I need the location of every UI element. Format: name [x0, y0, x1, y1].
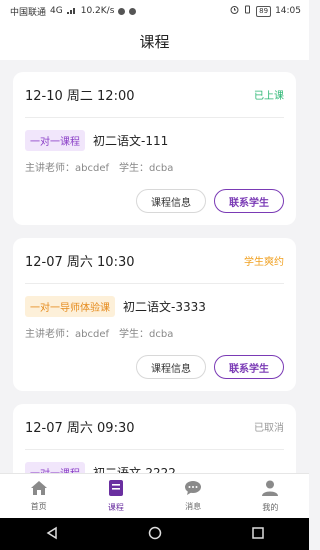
- chat-icon: [184, 480, 202, 498]
- tab-label: 消息: [185, 502, 202, 511]
- tab-label: 课程: [107, 503, 124, 512]
- student-name: 学生：dcba: [119, 329, 174, 340]
- course-info-button[interactable]: 课程信息: [136, 355, 206, 379]
- bottom-tab-bar: 首页 课程 消息 我的: [0, 473, 309, 518]
- course-datetime: 12-07 周六 10:30: [25, 255, 135, 270]
- header: 课程: [0, 22, 309, 60]
- vibrate-icon: [243, 5, 252, 17]
- course-type-tag: 一对一课程: [25, 462, 85, 473]
- course-title-row: 一对一课程 初二语文-111: [25, 130, 284, 151]
- contact-student-button[interactable]: 联系学生: [214, 189, 284, 213]
- course-card[interactable]: 12-10 周二 12:00 已上课 一对一课程 初二语文-111 主讲老师：a…: [13, 72, 296, 225]
- student-name: 学生：dcba: [119, 163, 174, 174]
- course-book-icon: [108, 479, 124, 499]
- battery-icon: 89: [256, 5, 272, 17]
- course-card-header: 12-07 周六 09:30 已取消: [25, 404, 284, 450]
- system-navigation-bar: [0, 518, 309, 550]
- back-icon[interactable]: [45, 525, 59, 544]
- page-title: 课程: [139, 32, 170, 51]
- course-actions: 课程信息 联系学生: [136, 355, 284, 379]
- tab-label: 首页: [30, 502, 47, 511]
- tab-home[interactable]: 首页: [0, 474, 77, 518]
- tab-course[interactable]: 课程: [77, 474, 154, 518]
- tab-profile[interactable]: 我的: [232, 474, 309, 518]
- message-notification-icon: [129, 7, 137, 15]
- signal-icon: [66, 6, 77, 17]
- tab-message[interactable]: 消息: [155, 474, 232, 518]
- course-title-row: 一对一课程 初二语文-2222: [25, 462, 284, 473]
- course-name: 初二语文-111: [93, 134, 169, 148]
- course-type-tag: 一对一课程: [25, 130, 85, 151]
- course-datetime: 12-07 周六 09:30: [25, 421, 135, 436]
- course-actions: 课程信息 联系学生: [136, 189, 284, 213]
- course-type-tag: 一对一导师体验课: [25, 296, 115, 317]
- course-name: 初二语文-2222: [93, 466, 176, 473]
- course-status: 已上课: [254, 91, 284, 102]
- contact-student-button[interactable]: 联系学生: [214, 355, 284, 379]
- course-status: 学生爽约: [244, 257, 284, 268]
- course-people: 主讲老师：abcdef 学生：dcba: [25, 325, 284, 340]
- course-people: 主讲老师：abcdef 学生：dcba: [25, 159, 284, 174]
- status-bar: 中国联通 4G 10.2K/s 89 14:05: [0, 0, 309, 22]
- course-info-button[interactable]: 课程信息: [136, 189, 206, 213]
- status-right: 89 14:05: [230, 5, 301, 17]
- teacher-name: 主讲老师：abcdef: [25, 329, 109, 340]
- course-name: 初二语文-3333: [123, 300, 206, 314]
- recent-apps-icon[interactable]: [251, 525, 265, 544]
- clock: 14:05: [275, 6, 301, 16]
- teacher-name: 主讲老师：abcdef: [25, 163, 109, 174]
- status-left: 中国联通 4G 10.2K/s: [10, 5, 137, 18]
- profile-icon: [261, 479, 279, 499]
- course-title-row: 一对一导师体验课 初二语文-3333: [25, 296, 284, 317]
- course-card[interactable]: 12-07 周六 09:30 已取消 一对一课程 初二语文-2222: [13, 404, 296, 473]
- course-card-header: 12-10 周二 12:00 已上课: [25, 72, 284, 118]
- home-icon: [30, 480, 48, 498]
- course-status: 已取消: [254, 423, 284, 434]
- home-circle-icon[interactable]: [148, 525, 162, 544]
- notification-icon: [118, 7, 126, 15]
- course-card[interactable]: 12-07 周六 10:30 学生爽约 一对一导师体验课 初二语文-3333 主…: [13, 238, 296, 391]
- carrier-name: 中国联通: [10, 7, 47, 18]
- tab-label: 我的: [262, 503, 279, 512]
- course-card-header: 12-07 周六 10:30 学生爽约: [25, 238, 284, 284]
- course-list[interactable]: 12-10 周二 12:00 已上课 一对一课程 初二语文-111 主讲老师：a…: [0, 60, 309, 473]
- alarm-icon: [230, 5, 239, 17]
- network-speed: 10.2K/s: [80, 6, 115, 16]
- course-datetime: 12-10 周二 12:00: [25, 89, 135, 104]
- network-type: 4G: [50, 6, 63, 16]
